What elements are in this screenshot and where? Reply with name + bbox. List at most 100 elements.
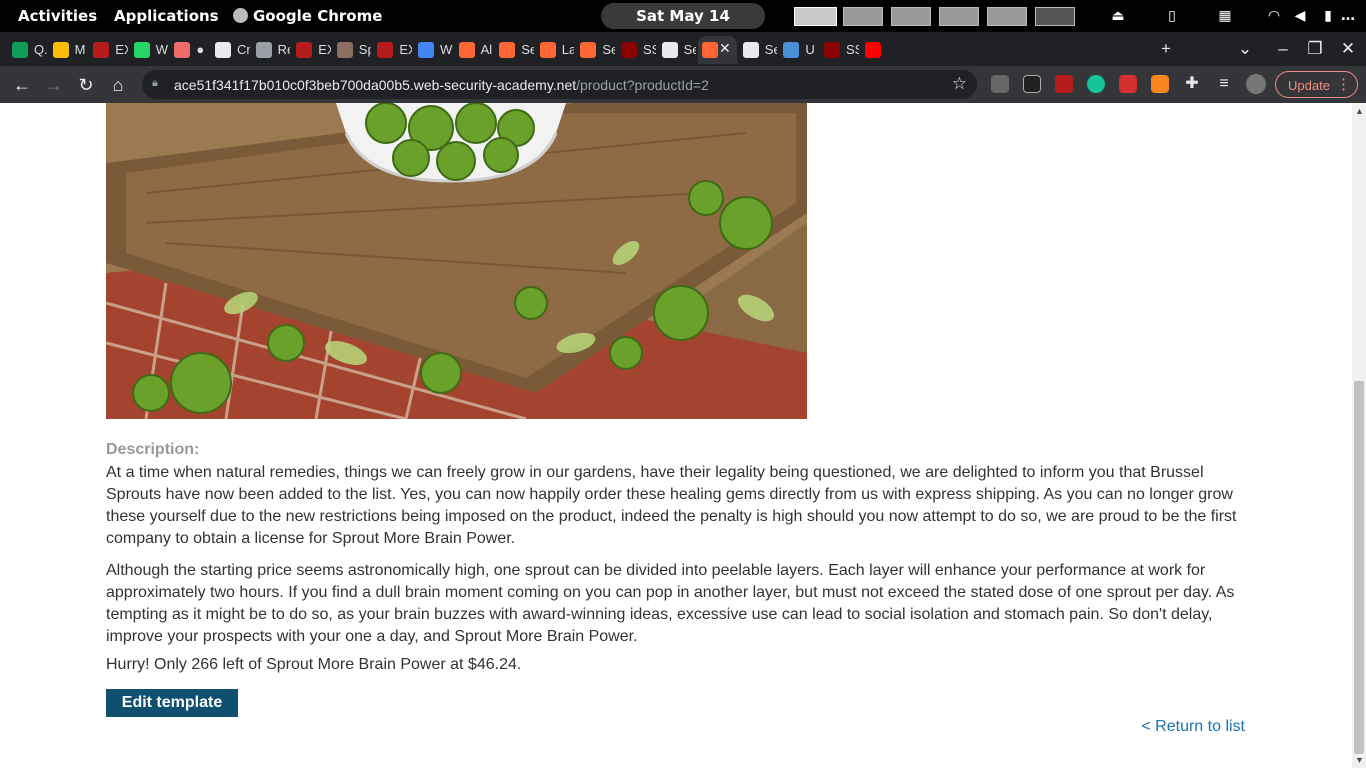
system-top-bar: Activities Applications Google Chrome Sa…	[0, 0, 1366, 51]
browser-tab[interactable]: SS	[617, 36, 656, 64]
scroll-up-arrow-icon[interactable]: ▲	[1355, 106, 1364, 116]
browser-tab[interactable]: W	[130, 36, 169, 64]
extension-fox-icon[interactable]	[1023, 75, 1041, 93]
browser-tab[interactable]: La	[536, 36, 574, 64]
reload-icon[interactable]: ↻	[75, 74, 97, 96]
browser-tab[interactable]: M	[49, 36, 88, 64]
browser-tab[interactable]: EX	[292, 36, 331, 64]
workspace-5[interactable]	[987, 7, 1027, 26]
browser-tab[interactable]: EX	[373, 36, 412, 64]
avatar-icon	[336, 42, 353, 58]
media-queue-icon[interactable]: ≡	[1215, 75, 1233, 93]
applications-menu[interactable]: Applications	[114, 7, 219, 25]
layout-icon[interactable]: ▦	[1215, 6, 1235, 26]
tab-title: Se	[683, 42, 697, 57]
tab-title: EX	[399, 42, 412, 57]
lock-icon[interactable]: 🔒︎	[152, 77, 166, 91]
exploit-db-icon	[93, 42, 110, 58]
extension-shield-icon[interactable]	[991, 75, 1009, 93]
tab-title: Se	[521, 42, 534, 57]
browser-tab[interactable]: U	[779, 36, 818, 64]
chrome-app-menu[interactable]: Google Chrome	[233, 7, 382, 25]
scrollbar-thumb[interactable]	[1354, 381, 1364, 754]
browser-tab[interactable]: Re	[252, 36, 290, 64]
tab-title: M	[74, 42, 86, 57]
more-icon[interactable]: …	[1338, 6, 1358, 26]
forward-icon[interactable]: →	[43, 74, 65, 96]
battery-icon[interactable]: ▮	[1318, 6, 1338, 26]
browser-tab[interactable]: Al	[455, 36, 494, 64]
stock-notice: Hurry! Only 266 left of Sprout More Brai…	[106, 656, 522, 673]
youtube-ext-icon[interactable]	[1119, 75, 1137, 93]
asana-icon	[174, 42, 191, 58]
browser-tab[interactable]: Q.	[8, 36, 47, 64]
workspace-6[interactable]	[1035, 7, 1075, 26]
tab-title: Cr	[237, 42, 250, 57]
restore-icon[interactable]: ❐	[1305, 39, 1325, 59]
description-paragraph-2: Although the starting price seems astron…	[106, 562, 1235, 645]
update-button[interactable]: Update ⋮	[1275, 71, 1358, 98]
google-icon	[418, 42, 434, 58]
home-icon[interactable]: ⌂	[107, 74, 129, 96]
eject-icon[interactable]: ⏏	[1108, 6, 1128, 26]
browser-tab[interactable]: W	[414, 36, 453, 64]
volume-icon[interactable]: ◀	[1290, 6, 1310, 26]
activities-button[interactable]: Activities	[18, 7, 97, 25]
tab-title: W	[155, 42, 169, 57]
page-scrollbar[interactable]: ▲ ▼	[1352, 103, 1366, 768]
menu-kebab-icon[interactable]: ⋮	[1336, 75, 1351, 93]
youtube-icon	[864, 42, 881, 58]
tab-title: Sp	[358, 42, 372, 57]
tab-search-icon[interactable]: ⌄	[1235, 39, 1255, 59]
close-tab-icon[interactable]: ✕	[719, 40, 731, 57]
back-icon[interactable]: ←	[11, 74, 33, 96]
metamask-icon[interactable]	[1151, 75, 1169, 93]
url-icon	[783, 42, 800, 58]
workspace-4[interactable]	[939, 7, 979, 26]
sheets-icon	[12, 42, 28, 58]
tab-strip: Q. M EX W ● Cr Re EX Sp EX W Al Se La Se SS Se ✕ Se U SS + ⌄–❐…	[0, 32, 1366, 66]
clipboard-icon[interactable]: ▯	[1162, 6, 1182, 26]
description-paragraph-1: At a time when natural remedies, things …	[106, 464, 1237, 547]
browser-tab[interactable]: ✕	[698, 36, 737, 64]
browser-tab[interactable]: Se	[739, 36, 777, 64]
portswigger-icon	[702, 42, 719, 58]
clock[interactable]: Sat May 14 10:18:39	[601, 3, 765, 51]
scroll-down-arrow-icon[interactable]: ▼	[1355, 755, 1364, 765]
portswigger-icon	[539, 42, 556, 58]
tab-title: ●	[196, 42, 205, 57]
tab-title: EX	[318, 42, 331, 57]
new-tab-icon[interactable]: +	[1156, 39, 1176, 59]
grammarly-icon[interactable]	[1087, 75, 1105, 93]
browser-tab[interactable]: Se	[658, 36, 697, 64]
browser-tab[interactable]: ●	[170, 36, 209, 64]
ublock-icon[interactable]	[1055, 75, 1073, 93]
browser-tab[interactable]: Sp	[333, 36, 372, 64]
tab-title: W	[440, 42, 453, 57]
workspace-2[interactable]	[843, 7, 883, 26]
address-bar[interactable]: 🔒︎ ace51f341f17b010c0f3beb700da00b5.web-…	[142, 70, 977, 99]
browser-tab[interactable]: Cr	[211, 36, 250, 64]
return-to-list-link[interactable]: < Return to list	[1141, 718, 1245, 736]
tab-title: EX	[115, 42, 128, 57]
browser-tab[interactable]: Se	[576, 36, 615, 64]
minimize-icon[interactable]: –	[1273, 39, 1293, 59]
browser-tab[interactable]: SS	[820, 36, 859, 64]
workspace-3[interactable]	[891, 7, 931, 26]
brussels-sprouts-photo	[106, 103, 807, 419]
extensions-puzzle-icon[interactable]: ✚	[1183, 75, 1201, 93]
url-text[interactable]: ace51f341f17b010c0f3beb700da00b5.web-sec…	[174, 77, 709, 93]
close-window-icon[interactable]: ✕	[1338, 39, 1358, 59]
workspace-1[interactable]	[794, 7, 837, 26]
url-path: /product?productId=2	[576, 77, 709, 93]
whatsapp-icon	[133, 42, 150, 58]
page-viewport: Description: At a time when natural reme…	[0, 103, 1352, 768]
profile-avatar[interactable]	[1246, 74, 1266, 94]
portswigger-icon	[499, 42, 516, 58]
browser-tab[interactable]: Se	[495, 36, 534, 64]
wifi-icon[interactable]: ◠	[1264, 6, 1284, 26]
bookmark-star-icon[interactable]: ☆	[952, 74, 967, 94]
edit-template-button[interactable]: Edit template	[106, 689, 238, 717]
browser-tab[interactable]: EX	[89, 36, 128, 64]
browser-tab[interactable]	[861, 36, 900, 64]
